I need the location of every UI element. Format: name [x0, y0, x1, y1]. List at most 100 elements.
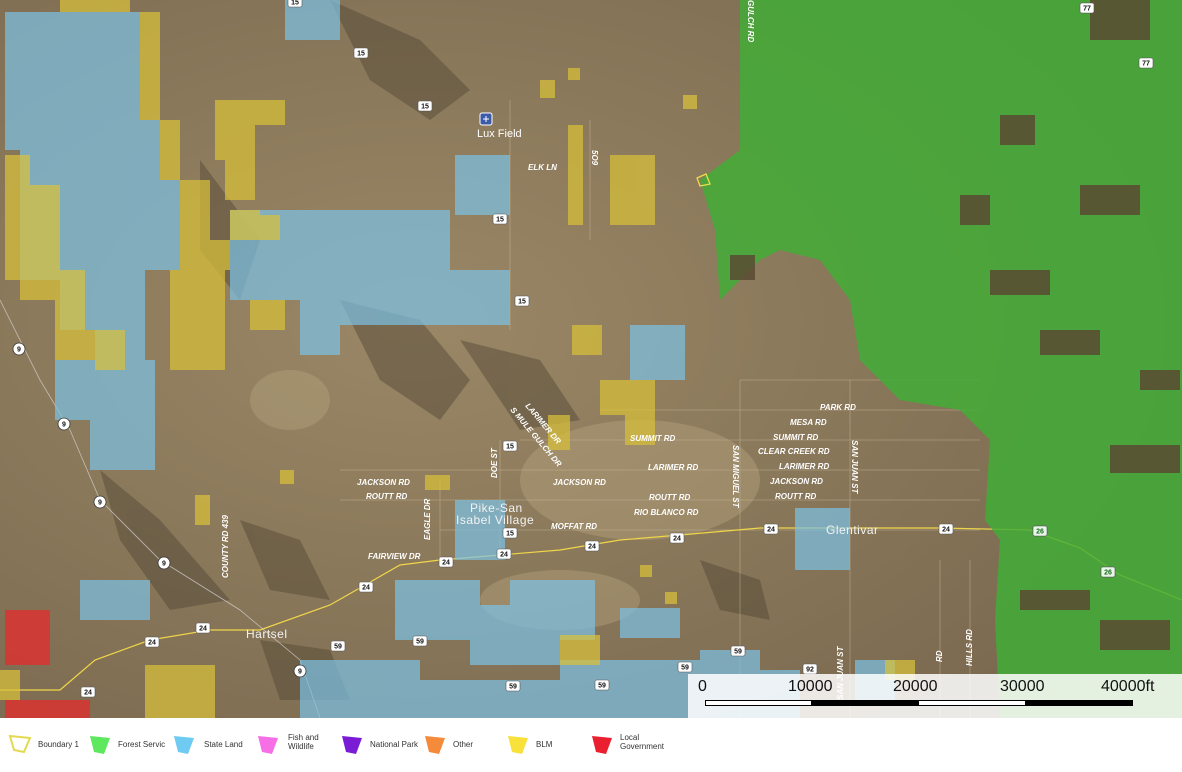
route-shield-label: 24 [588, 544, 596, 551]
legend-label: Other [453, 740, 474, 749]
route-shield-icon: 15 [514, 295, 530, 307]
legend-label: Fish and Wildlife [288, 733, 319, 751]
road-label: DOE ST [490, 447, 499, 478]
route-shield-icon: 24 [669, 532, 685, 544]
road-label: ELK LN [528, 163, 557, 172]
scale-tick-label: 20000 [893, 678, 938, 695]
route-shield-label: 77 [1142, 61, 1150, 68]
legend-label: Forest Servic [118, 740, 166, 749]
route-shield-label: 24 [500, 552, 508, 559]
legend-label: BLM [536, 740, 553, 749]
route-shield-icon: 92 [802, 663, 818, 675]
fish-wildlife-swatch-icon [258, 736, 278, 754]
scale-tick-label: 10000 [788, 678, 833, 695]
road-label: RIO BLANCO RD [634, 508, 699, 517]
route-shield-icon: 24 [144, 636, 160, 648]
airport-icon [479, 112, 493, 126]
route-shield-label: 15 [518, 299, 526, 306]
place-label-glentivar: Glentivar [826, 523, 879, 537]
route-shield-label: 26 [1104, 570, 1112, 577]
road-label: SAN MIGUEL ST [731, 445, 740, 509]
scale-tick-label: 30000 [1000, 678, 1045, 695]
route-shield-icon: 26 [1032, 525, 1048, 537]
route-shield-label: 24 [673, 536, 681, 543]
road-label: LARIMER RD [648, 463, 698, 472]
map-legend: Boundary 1 Forest Servic State Land Fish… [0, 718, 1182, 772]
route-shield-label: 15 [421, 104, 429, 111]
road-label: JACKSON RD [770, 477, 823, 486]
route-shield-label: 24 [362, 585, 370, 592]
road-label: HILLS RD [965, 629, 974, 666]
route-shield-icon: 24 [584, 540, 600, 552]
road-label: SUMMIT RD [773, 433, 819, 442]
route-shield-icon: 9 [293, 664, 307, 678]
route-shield-label: 24 [442, 560, 450, 567]
route-shield-label: 9 [162, 561, 166, 568]
route-shield-icon: 24 [195, 622, 211, 634]
route-shield-icon: 24 [938, 523, 954, 535]
road-label: COUNTY RD 439 [221, 514, 230, 578]
scale-segment [918, 700, 1026, 706]
route-shield-icon: 15 [353, 47, 369, 59]
route-shield-label: 77 [1083, 6, 1091, 13]
route-shield-icon: 9 [12, 342, 26, 356]
route-shield-label: 15 [506, 531, 514, 538]
route-shield-icon: 59 [594, 679, 610, 691]
route-shield-label: 24 [199, 626, 207, 633]
road-label: ROUTT RD [649, 493, 691, 502]
road-label: FAIRVIEW DR [368, 552, 421, 561]
scale-segment [1025, 700, 1133, 706]
scale-tick-label: 0 [698, 678, 707, 695]
road-label: PARK RD [820, 403, 856, 412]
route-shield-label: 24 [942, 527, 950, 534]
route-shield-label: 24 [84, 690, 92, 697]
state-swatch-icon [174, 736, 194, 754]
route-shield-label: 59 [598, 683, 606, 690]
national-park-swatch-icon [342, 736, 362, 754]
map-view[interactable]: Lux Field Pike-San Isabel Village Glenti… [0, 0, 1182, 718]
boundary-swatch-icon [8, 734, 32, 754]
road-label: JACKSON RD [553, 478, 606, 487]
route-shield-icon: 77 [1079, 2, 1095, 14]
road-label: 5O9 [590, 150, 599, 166]
route-shield-label: 15 [357, 51, 365, 58]
scale-tick-label: 40000ft [1101, 678, 1155, 695]
road-label: LARIMER RD [779, 462, 829, 471]
route-shield-label: 15 [291, 0, 299, 7]
road-label: SAN JUAN ST [850, 440, 859, 494]
route-shield-icon: 9 [93, 495, 107, 509]
scale-segment [811, 700, 919, 706]
place-label-isabel-village: Isabel Village [456, 513, 534, 527]
route-shield-icon: 26 [1100, 566, 1116, 578]
scale-bar: 0 10000 20000 30000 40000ft [688, 674, 1182, 718]
route-shield-label: 9 [98, 500, 102, 507]
road-label: GULCH RD [746, 0, 755, 42]
route-shield-label: 9 [62, 422, 66, 429]
local-government-swatch-icon [592, 736, 612, 754]
route-shield-icon: 59 [330, 640, 346, 652]
road-label: SUMMIT RD [630, 434, 676, 443]
route-shield-label: 9 [298, 669, 302, 676]
legend-label: National Park [370, 740, 419, 749]
road-label: JACKSON RD [357, 478, 410, 487]
road-label: MOFFAT RD [551, 522, 597, 531]
other-swatch-icon [425, 736, 445, 754]
legend-label: Local Government [620, 733, 665, 751]
road-label: MESA RD [790, 418, 827, 427]
route-shield-icon: 77 [1138, 57, 1154, 69]
route-shield-label: 24 [148, 640, 156, 647]
route-shield-icon: 15 [502, 440, 518, 452]
road-label: RD [935, 650, 944, 662]
route-shield-icon: 15 [492, 213, 508, 225]
route-shield-label: 59 [734, 649, 742, 656]
route-shield-icon: 59 [412, 635, 428, 647]
route-shield-icon: 24 [358, 581, 374, 593]
route-shield-label: 59 [509, 684, 517, 691]
place-label-lux-field: Lux Field [477, 128, 522, 140]
route-shield-label: 59 [334, 644, 342, 651]
route-shield-icon: 24 [80, 686, 96, 698]
route-shield-icon: 24 [496, 548, 512, 560]
place-label-hartsel: Hartsel [246, 627, 288, 641]
route-shield-icon: 9 [157, 556, 171, 570]
road-label: ROUTT RD [775, 492, 817, 501]
